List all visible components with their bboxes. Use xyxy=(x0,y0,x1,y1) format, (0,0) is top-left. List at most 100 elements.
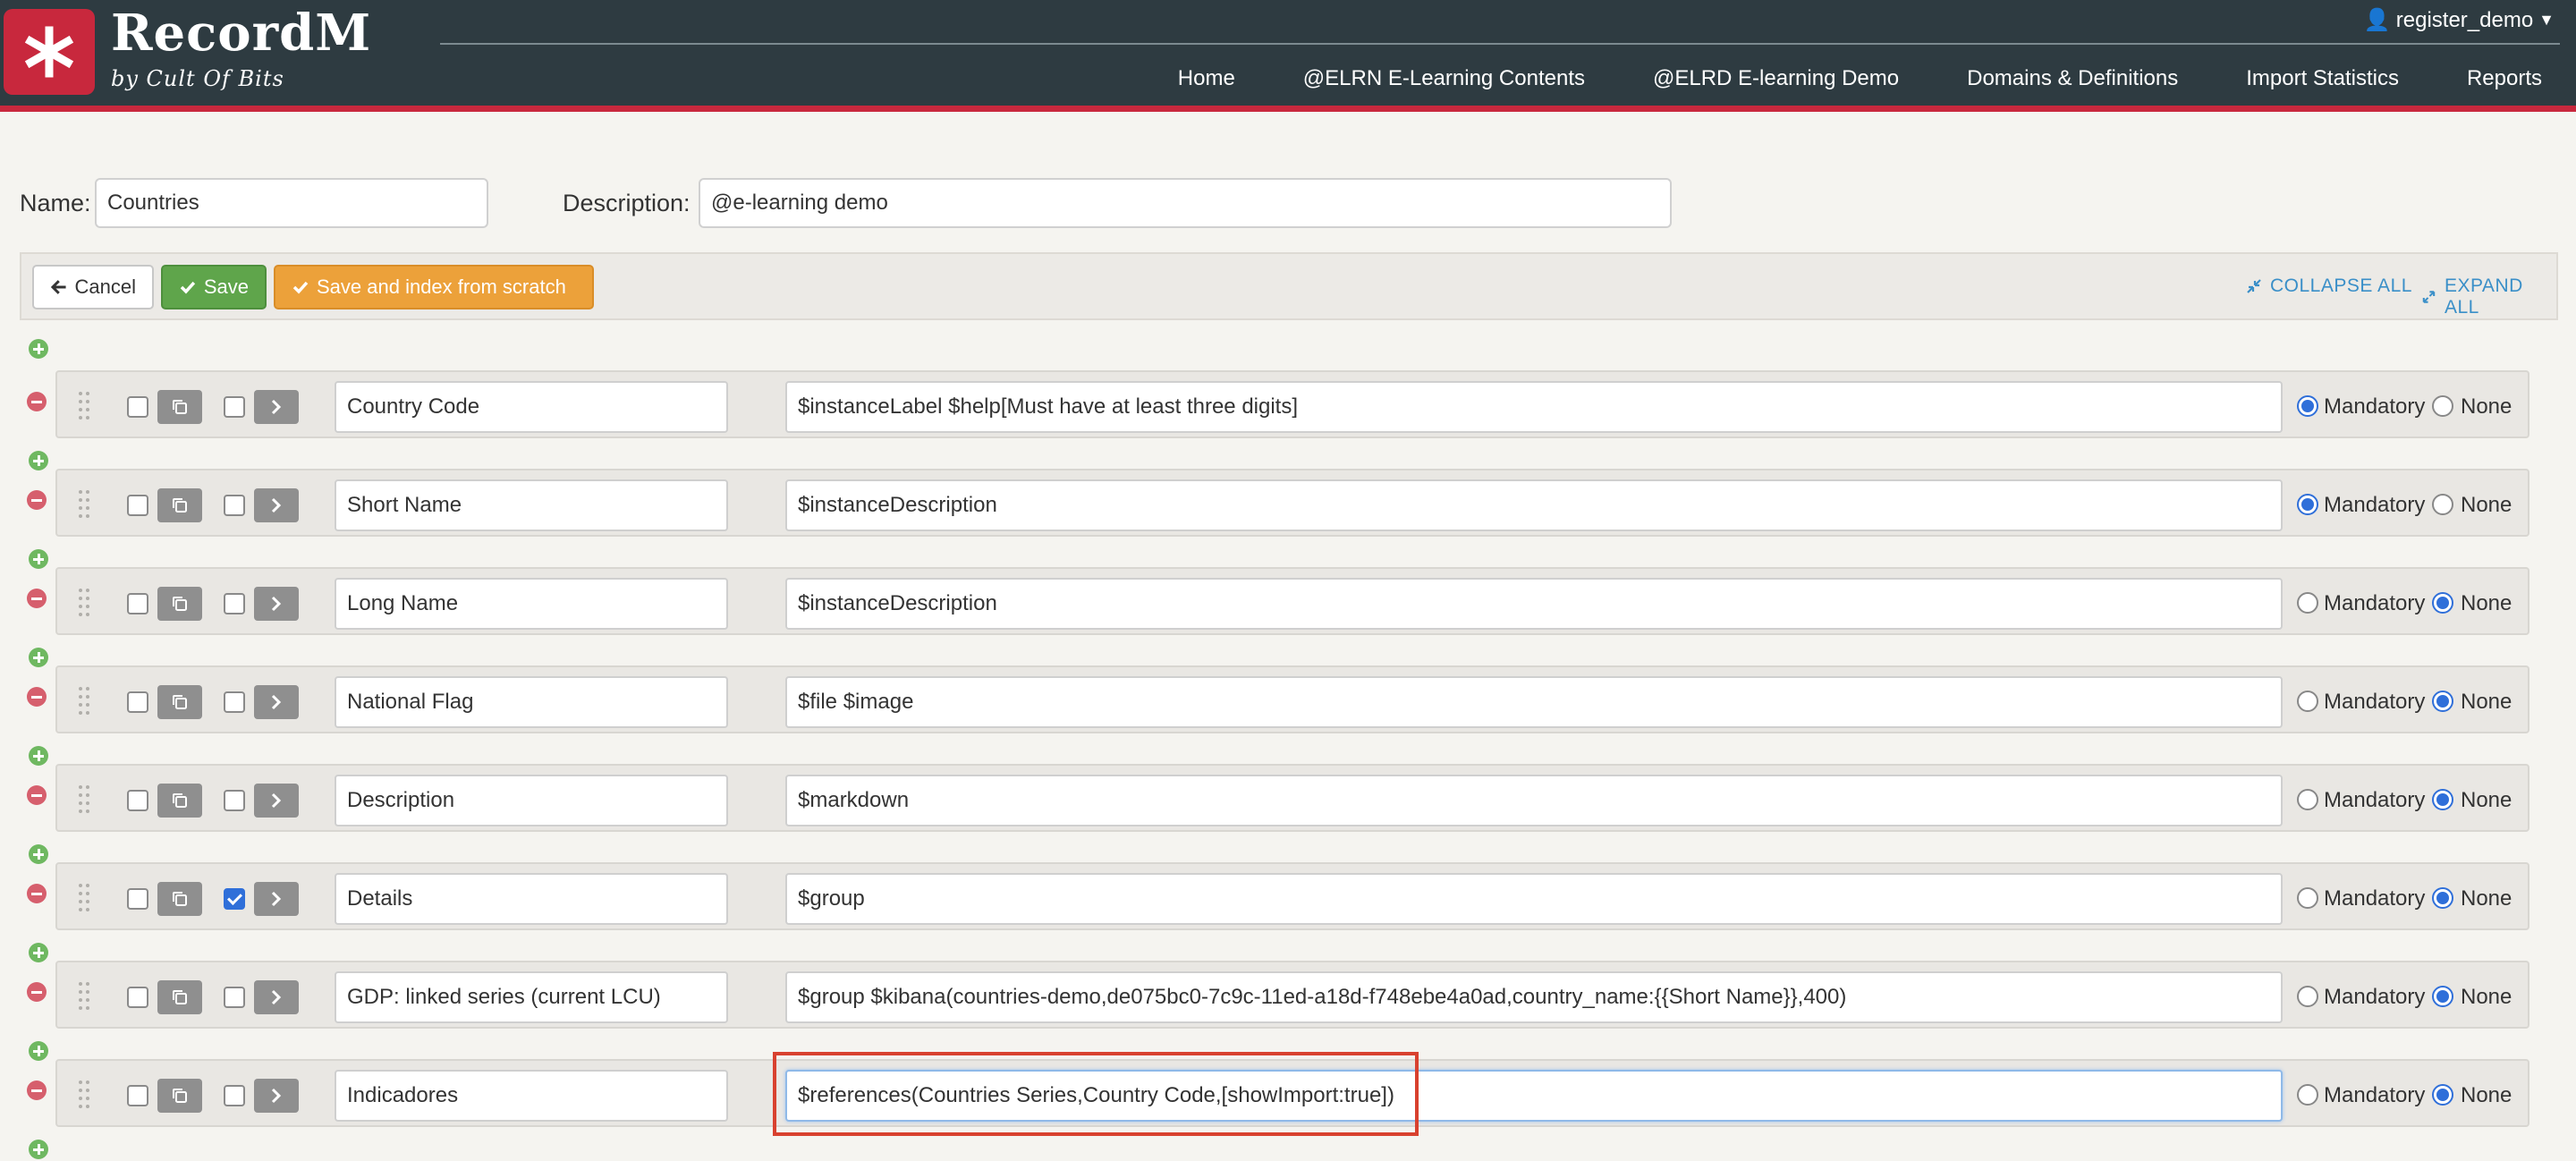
field-name-input[interactable]: Indicadores xyxy=(335,1070,728,1122)
duplicate-button[interactable] xyxy=(157,882,202,916)
save-and-index-button[interactable]: Save and index from scratch xyxy=(274,265,594,309)
expand-field-button[interactable] xyxy=(254,587,299,621)
nested-checkbox[interactable] xyxy=(224,888,245,910)
field-description-input[interactable]: $file $image xyxy=(785,676,2283,728)
none-radio[interactable] xyxy=(2432,691,2453,712)
nav-domains[interactable]: Domains & Definitions xyxy=(1933,66,2212,91)
field-description-input[interactable]: $instanceDescription xyxy=(785,479,2283,531)
recordm-logo[interactable] xyxy=(4,9,95,95)
drag-handle-icon[interactable] xyxy=(79,1080,91,1109)
field-description-input[interactable]: $references(Countries Series,Country Cod… xyxy=(785,1070,2283,1122)
none-radio[interactable] xyxy=(2432,986,2453,1007)
duplicate-button[interactable] xyxy=(157,587,202,621)
mandatory-radio[interactable] xyxy=(2297,887,2318,909)
add-field-button[interactable] xyxy=(29,648,48,667)
user-menu[interactable]: 👤 register_demo ▼ xyxy=(2364,7,2555,33)
add-field-button[interactable] xyxy=(29,451,48,470)
none-radio[interactable] xyxy=(2432,592,2453,614)
none-radio[interactable] xyxy=(2432,1084,2453,1106)
duplicate-button[interactable] xyxy=(157,980,202,1014)
nested-checkbox[interactable] xyxy=(224,987,245,1008)
expand-field-button[interactable] xyxy=(254,685,299,719)
field-name-input[interactable]: Short Name xyxy=(335,479,728,531)
mandatory-radio[interactable] xyxy=(2297,395,2318,417)
save-button[interactable]: Save xyxy=(161,265,267,309)
select-checkbox[interactable] xyxy=(127,691,148,713)
field-name-input[interactable]: GDP: linked series (current LCU) xyxy=(335,971,728,1023)
nested-checkbox[interactable] xyxy=(224,1085,245,1106)
duplicate-button[interactable] xyxy=(157,784,202,818)
duplicate-button[interactable] xyxy=(157,488,202,522)
field-description-input[interactable]: $group xyxy=(785,873,2283,925)
expand-all-link[interactable]: EXPAND ALL xyxy=(2420,275,2556,318)
drag-handle-icon[interactable] xyxy=(79,490,91,519)
select-checkbox[interactable] xyxy=(127,987,148,1008)
add-field-button[interactable] xyxy=(29,549,48,569)
mandatory-radio[interactable] xyxy=(2297,1084,2318,1106)
add-field-button[interactable] xyxy=(29,1140,48,1159)
drag-handle-icon[interactable] xyxy=(79,785,91,814)
drag-handle-icon[interactable] xyxy=(79,687,91,716)
field-description-input[interactable]: $instanceLabel $help[Must have at least … xyxy=(785,381,2283,433)
nav-import-statistics[interactable]: Import Statistics xyxy=(2212,66,2433,91)
expand-field-button[interactable] xyxy=(254,980,299,1014)
add-field-button[interactable] xyxy=(29,746,48,766)
duplicate-button[interactable] xyxy=(157,1079,202,1113)
remove-field-button[interactable] xyxy=(27,392,47,411)
drag-handle-icon[interactable] xyxy=(79,589,91,617)
field-name-input[interactable]: National Flag xyxy=(335,676,728,728)
drag-handle-icon[interactable] xyxy=(79,982,91,1011)
nested-checkbox[interactable] xyxy=(224,790,245,811)
field-name-input[interactable]: Details xyxy=(335,873,728,925)
nav-elrn[interactable]: @ELRN E-Learning Contents xyxy=(1269,66,1619,91)
select-checkbox[interactable] xyxy=(127,495,148,516)
mandatory-radio[interactable] xyxy=(2297,789,2318,810)
nested-checkbox[interactable] xyxy=(224,593,245,614)
collapse-all-link[interactable]: COLLAPSE ALL xyxy=(2245,275,2412,297)
select-checkbox[interactable] xyxy=(127,1085,148,1106)
mandatory-radio[interactable] xyxy=(2297,494,2318,515)
field-description-input[interactable]: $group $kibana(countries-demo,de075bc0-7… xyxy=(785,971,2283,1023)
duplicate-button[interactable] xyxy=(157,390,202,424)
expand-field-button[interactable] xyxy=(254,882,299,916)
nested-checkbox[interactable] xyxy=(224,691,245,713)
nav-home[interactable]: Home xyxy=(1144,66,1269,91)
remove-field-button[interactable] xyxy=(27,884,47,903)
select-checkbox[interactable] xyxy=(127,790,148,811)
select-checkbox[interactable] xyxy=(127,396,148,418)
none-radio[interactable] xyxy=(2432,887,2453,909)
add-field-button[interactable] xyxy=(29,339,48,359)
none-radio[interactable] xyxy=(2432,494,2453,515)
none-radio[interactable] xyxy=(2432,789,2453,810)
nested-checkbox[interactable] xyxy=(224,396,245,418)
mandatory-radio[interactable] xyxy=(2297,592,2318,614)
select-checkbox[interactable] xyxy=(127,593,148,614)
nav-elrd[interactable]: @ELRD E-learning Demo xyxy=(1619,66,1933,91)
remove-field-button[interactable] xyxy=(27,982,47,1002)
field-name-input[interactable]: Long Name xyxy=(335,578,728,630)
field-name-input[interactable]: Description xyxy=(335,775,728,826)
name-input[interactable]: Countries xyxy=(95,178,488,228)
mandatory-radio[interactable] xyxy=(2297,691,2318,712)
none-radio[interactable] xyxy=(2432,395,2453,417)
drag-handle-icon[interactable] xyxy=(79,884,91,912)
expand-field-button[interactable] xyxy=(254,390,299,424)
mandatory-radio[interactable] xyxy=(2297,986,2318,1007)
expand-field-button[interactable] xyxy=(254,488,299,522)
nested-checkbox[interactable] xyxy=(224,495,245,516)
add-field-button[interactable] xyxy=(29,844,48,864)
drag-handle-icon[interactable] xyxy=(79,392,91,420)
remove-field-button[interactable] xyxy=(27,490,47,510)
cancel-button[interactable]: Cancel xyxy=(32,265,154,309)
remove-field-button[interactable] xyxy=(27,785,47,805)
remove-field-button[interactable] xyxy=(27,687,47,707)
expand-field-button[interactable] xyxy=(254,1079,299,1113)
add-field-button[interactable] xyxy=(29,943,48,962)
expand-field-button[interactable] xyxy=(254,784,299,818)
remove-field-button[interactable] xyxy=(27,1080,47,1100)
nav-reports[interactable]: Reports xyxy=(2433,66,2558,91)
field-description-input[interactable]: $markdown xyxy=(785,775,2283,826)
field-name-input[interactable]: Country Code xyxy=(335,381,728,433)
remove-field-button[interactable] xyxy=(27,589,47,608)
duplicate-button[interactable] xyxy=(157,685,202,719)
